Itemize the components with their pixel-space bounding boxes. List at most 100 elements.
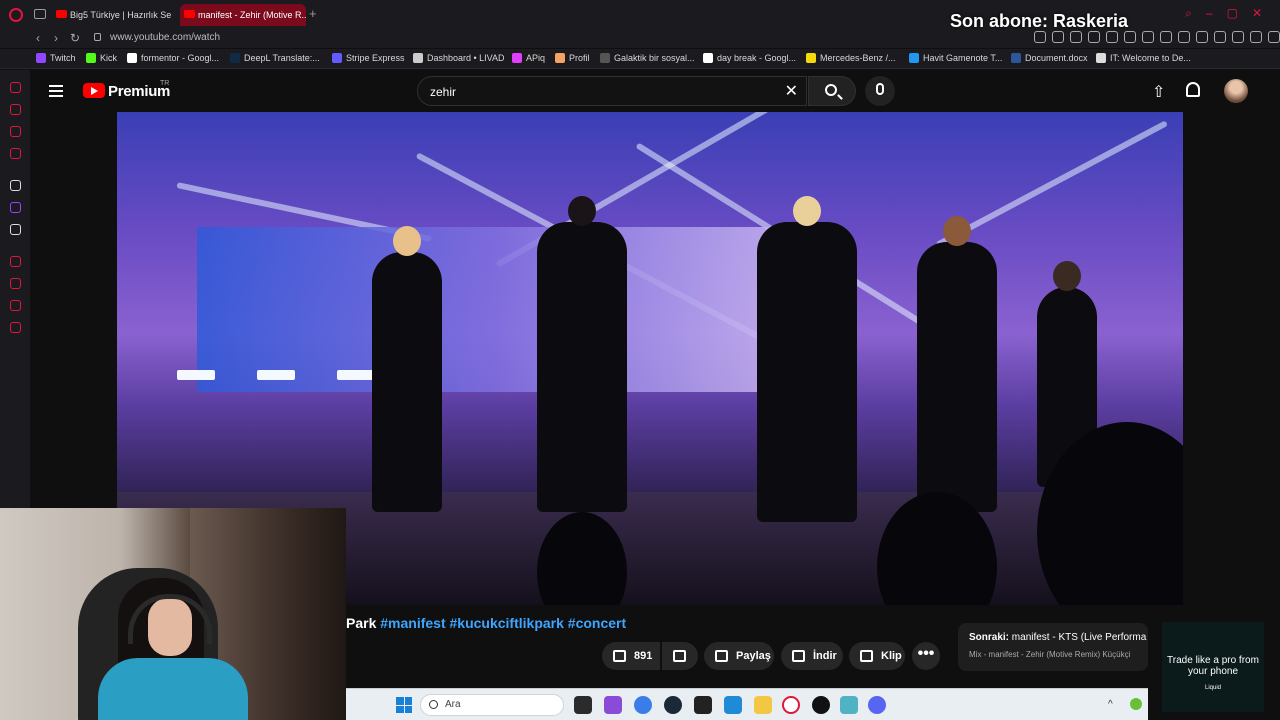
url-field[interactable]: www.youtube.com/watch: [110, 32, 220, 43]
r-app-icon[interactable]: [694, 696, 712, 714]
close-window-icon[interactable]: ✕: [1252, 6, 1262, 21]
menu-icon[interactable]: [1268, 31, 1280, 43]
new-tab-icon[interactable]: +: [309, 6, 317, 21]
settings-gear-icon[interactable]: [840, 696, 858, 714]
extension-icon[interactable]: [1196, 31, 1208, 43]
youtube-header: Premium TR zehir ✕ ⇧: [30, 70, 1280, 112]
bookmark-item[interactable]: Galaktik bir sosyal...: [600, 53, 695, 63]
avatar[interactable]: [1224, 79, 1248, 103]
dancer: [757, 196, 857, 522]
settings-icon[interactable]: [10, 322, 21, 333]
bookmark-item[interactable]: Profil: [555, 53, 590, 63]
dislike-button[interactable]: [662, 642, 698, 670]
zoom-icon[interactable]: [1034, 31, 1046, 43]
download-icon[interactable]: [1250, 31, 1262, 43]
thumbs-down-icon: [673, 650, 686, 662]
extensions-icon[interactable]: [10, 300, 21, 311]
bookmark-item[interactable]: formentor - Googl...: [127, 53, 219, 63]
bookmark-item[interactable]: DeepL Translate:...: [230, 53, 320, 63]
search-tabs-icon[interactable]: ⌕: [1185, 6, 1192, 21]
discord-icon[interactable]: [868, 696, 886, 714]
extension-icon[interactable]: [1178, 31, 1190, 43]
tray-chevron-icon[interactable]: ^: [1108, 699, 1118, 710]
shopping-icon[interactable]: [10, 104, 21, 115]
back-icon[interactable]: ‹: [36, 31, 40, 45]
twitch-icon[interactable]: [10, 202, 21, 213]
hashtag-link[interactable]: #manifest: [380, 615, 445, 631]
bookmark-heart-icon[interactable]: [1142, 31, 1154, 43]
maximize-icon[interactable]: ▢: [1227, 6, 1238, 21]
upload-icon[interactable]: ⇧: [1152, 82, 1165, 102]
extension-icon[interactable]: [1160, 31, 1172, 43]
adblock-icon[interactable]: [1088, 31, 1100, 43]
file-explorer-icon[interactable]: [754, 696, 772, 714]
reload-icon[interactable]: ↻: [70, 31, 80, 45]
like-button[interactable]: 891: [602, 642, 660, 670]
bookmark-item[interactable]: day break - Googl...: [703, 53, 796, 63]
hashtag-link[interactable]: #kucukciftlikpark: [450, 615, 564, 631]
share-button[interactable]: Paylaş: [704, 642, 774, 670]
aria-icon[interactable]: [10, 82, 21, 93]
messenger-icon[interactable]: [10, 126, 21, 137]
obs-icon[interactable]: [812, 696, 830, 714]
bookmark-item[interactable]: Havit Gamenote T...: [909, 53, 1002, 63]
snapshot-icon[interactable]: [1070, 31, 1082, 43]
more-actions-button[interactable]: •••: [912, 642, 940, 670]
stage-led-screen: [197, 227, 787, 392]
copilot-icon[interactable]: [634, 696, 652, 714]
search-input[interactable]: zehir ✕: [417, 76, 807, 106]
task-view-icon[interactable]: [574, 696, 592, 714]
pin-icon[interactable]: [1052, 31, 1064, 43]
it-icon: [1096, 53, 1106, 63]
ad-banner[interactable]: Trade like a pro from your phone Liquid: [1162, 622, 1264, 712]
forward-icon[interactable]: ›: [54, 31, 58, 45]
extensions-puzzle-icon[interactable]: [1214, 31, 1226, 43]
clip-button[interactable]: Klip: [849, 642, 905, 670]
bookmark-item[interactable]: APiq: [512, 53, 545, 63]
youtube-logo-icon[interactable]: [83, 83, 105, 98]
vpn-icon[interactable]: [1106, 31, 1118, 43]
instagram-icon[interactable]: [10, 148, 21, 159]
snipping-icon[interactable]: [604, 696, 622, 714]
browser-tab-big5[interactable]: Big5 Türkiye | Hazırlık Se...: [52, 4, 172, 26]
bookmark-item[interactable]: Mercedes-Benz /...: [806, 53, 896, 63]
clear-search-icon[interactable]: ✕: [785, 81, 798, 101]
extension-icons: [1034, 31, 1280, 43]
app-icon[interactable]: [724, 696, 742, 714]
kick-icon: [86, 53, 96, 63]
wallet-icon[interactable]: [1232, 31, 1244, 43]
bookmark-item[interactable]: Stripe Express: [332, 53, 405, 63]
windows-start-icon[interactable]: [396, 697, 412, 713]
ad-brand: Liquid: [1204, 685, 1221, 691]
bookmark-item[interactable]: IT: Welcome to De...: [1096, 53, 1191, 63]
download-icon: [792, 650, 805, 662]
player-icon[interactable]: [10, 256, 21, 267]
stripe-icon: [332, 53, 342, 63]
opera-gx-icon[interactable]: [782, 696, 800, 714]
minimize-icon[interactable]: –: [1206, 6, 1213, 21]
apps-icon[interactable]: [10, 180, 21, 191]
voice-search-button[interactable]: [865, 76, 895, 106]
browser-tab-manifest[interactable]: manifest - Zehir (Motive R...: [180, 4, 306, 26]
tab-switcher-icon[interactable]: [34, 9, 46, 19]
bookmark-item[interactable]: Dashboard • LIVAD: [413, 53, 505, 63]
taskbar-search-input[interactable]: Ara: [420, 694, 564, 716]
tray-app-icon[interactable]: [1130, 698, 1142, 710]
opera-logo-icon[interactable]: [9, 8, 23, 22]
menu-hamburger-icon[interactable]: [49, 85, 63, 97]
search-query[interactable]: zehir: [430, 85, 456, 99]
dancer: [917, 216, 997, 512]
hashtag-link[interactable]: #concert: [568, 615, 626, 631]
download-button[interactable]: İndir: [781, 642, 843, 670]
next-up-card[interactable]: Sonraki: manifest - KTS (Live Performa M…: [958, 623, 1148, 671]
steam-icon[interactable]: [664, 696, 682, 714]
search-button[interactable]: [808, 76, 856, 106]
like-count: 891: [634, 650, 653, 662]
bookmark-item[interactable]: Document.docx: [1011, 53, 1088, 63]
history-icon[interactable]: [10, 278, 21, 289]
x-icon[interactable]: [10, 224, 21, 235]
player-icon[interactable]: [1124, 31, 1136, 43]
bookmark-item[interactable]: Kick: [86, 53, 117, 63]
notifications-bell-icon[interactable]: [1186, 82, 1200, 97]
bookmark-item[interactable]: Twitch: [36, 53, 76, 63]
